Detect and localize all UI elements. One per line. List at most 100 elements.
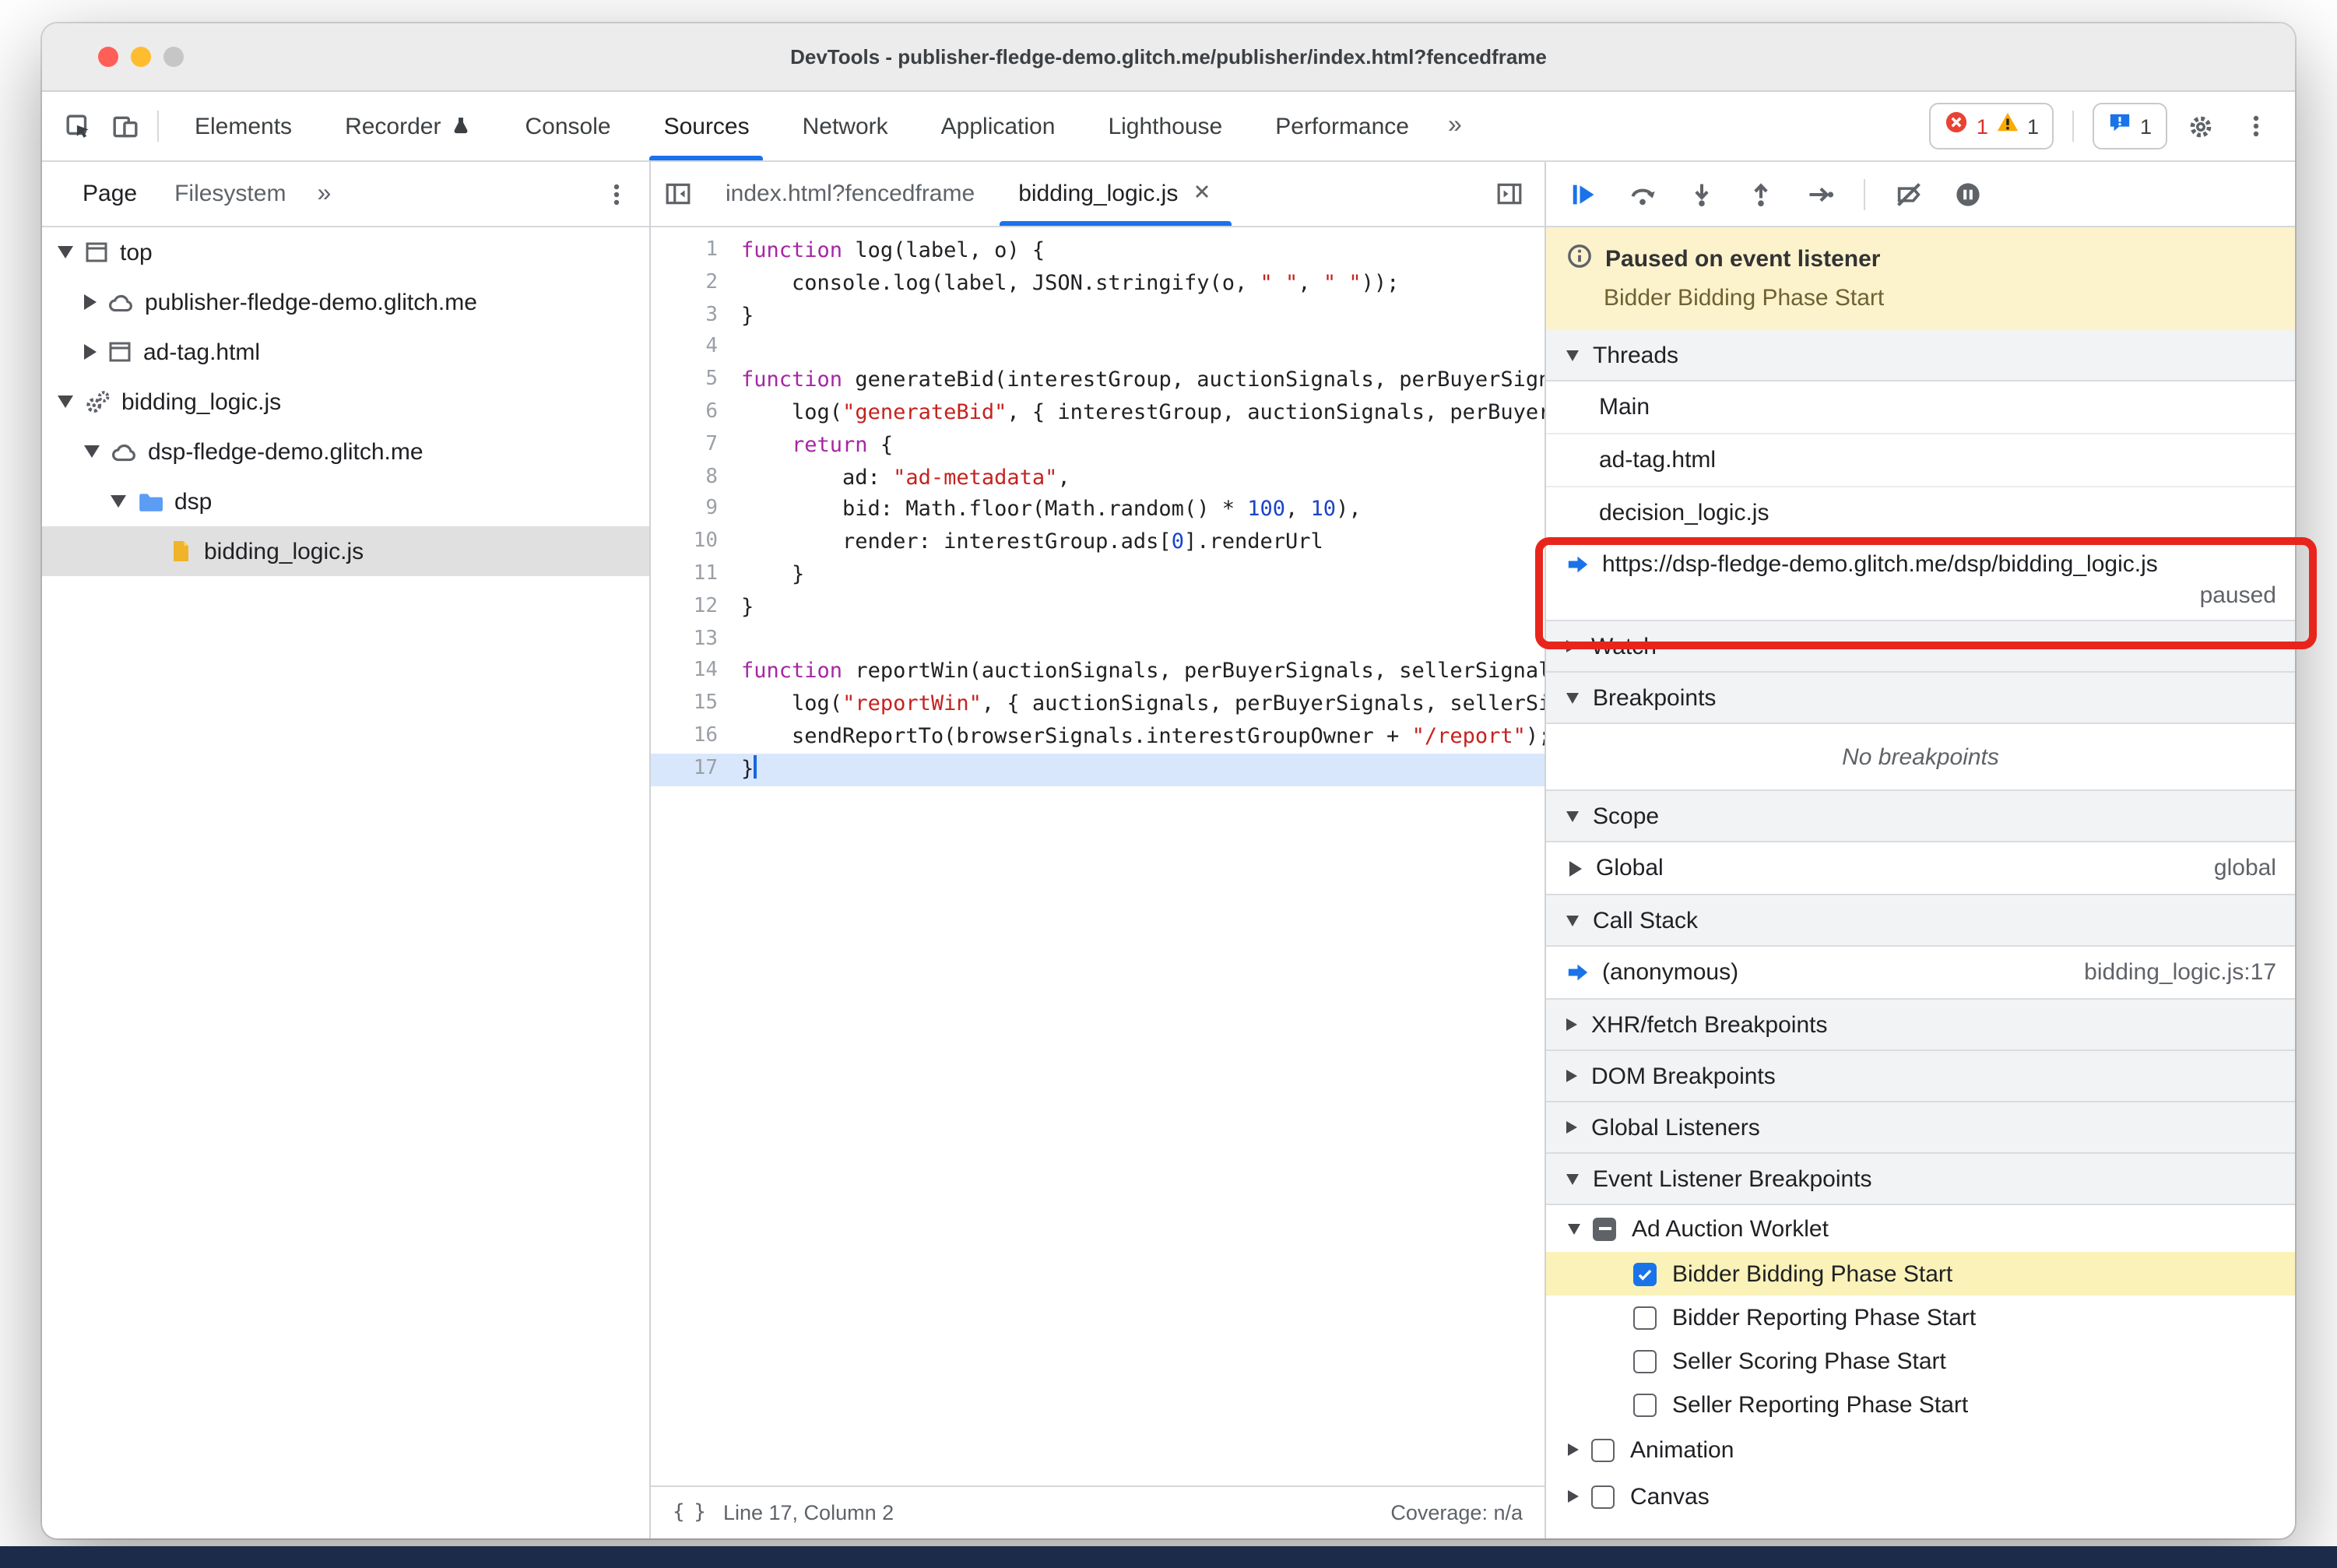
checkbox-checked[interactable]: [1633, 1262, 1657, 1285]
more-tabs-chevron-icon[interactable]: »: [304, 180, 343, 208]
step-into-button[interactable]: [1677, 169, 1727, 219]
section-header-breakpoints[interactable]: Breakpoints: [1546, 671, 2295, 724]
issues-button[interactable]: 1: [2093, 103, 2167, 149]
tab-application[interactable]: Application: [915, 92, 1082, 160]
tab-elements[interactable]: Elements: [168, 92, 318, 160]
code-line-5[interactable]: 5 function generateBid(interestGroup, auc…: [651, 364, 1545, 397]
error-count: 1: [1976, 114, 1988, 138]
editor-statusbar: { } Line 17, Column 2 Coverage: n/a: [651, 1485, 1545, 1538]
inspect-button[interactable]: [54, 103, 101, 149]
errors-warnings-button[interactable]: 1 1: [1929, 103, 2054, 149]
listener-item-ad-auction-worklet[interactable]: Ad Auction Worklet: [1546, 1205, 2295, 1252]
checkbox-unchecked[interactable]: [1591, 1485, 1615, 1508]
device-icon: [111, 113, 138, 139]
step-out-button[interactable]: [1736, 169, 1786, 219]
chevron-down-icon: [1566, 692, 1579, 703]
navigator-toggle-button[interactable]: [651, 162, 704, 226]
step-over-button[interactable]: [1618, 169, 1668, 219]
code-line-10[interactable]: 10 render: interestGroup.ads[0].renderUr…: [651, 526, 1545, 559]
stack-frame-anonymous[interactable]: (anonymous) bidding_logic.js:17: [1546, 947, 2295, 1000]
thread-item-ad-tag-html[interactable]: ad-tag.html: [1546, 434, 2295, 487]
tab-console[interactable]: Console: [498, 92, 637, 160]
tab-sources[interactable]: Sources: [638, 92, 776, 160]
tree-item-bidding-logic-js[interactable]: bidding_logic.js: [42, 526, 649, 576]
code-line-4[interactable]: 4: [651, 332, 1545, 365]
more-panels-chevron-icon[interactable]: »: [1436, 112, 1474, 140]
editor-tab-index-html-fencedframe[interactable]: index.html?fencedframe: [704, 162, 996, 226]
code-line-11[interactable]: 11 }: [651, 559, 1545, 592]
code-line-8[interactable]: 8 ad: "ad-metadata",: [651, 462, 1545, 494]
scope-item-global[interactable]: Global global: [1546, 842, 2295, 895]
code-line-13[interactable]: 13: [651, 624, 1545, 656]
code-line-12[interactable]: 12}: [651, 592, 1545, 624]
tab-label: Network: [802, 113, 888, 139]
code-text: render: interestGroup.ads[0].renderUrl: [741, 529, 1323, 555]
code-line-3[interactable]: 3}: [651, 300, 1545, 332]
checkbox-unchecked[interactable]: [1633, 1349, 1657, 1373]
listener-item-seller-scoring-phase-start[interactable]: Seller Scoring Phase Start: [1546, 1339, 2295, 1383]
code-line-14[interactable]: 14 function reportWin(auctionSignals, per…: [651, 656, 1545, 689]
thread-item-https-dsp-fledge-demo-glitch-me-dsp-bidding-logic-js[interactable]: https://dsp-fledge-demo.glitch.me/dsp/bi…: [1546, 540, 2295, 621]
section-header-xhr-fetch-breakpoints[interactable]: XHR/fetch Breakpoints: [1546, 998, 2295, 1051]
minimize-button[interactable]: [131, 47, 151, 67]
navigator-menu-button[interactable]: [593, 171, 640, 217]
editor-tab-bidding-logic-js[interactable]: bidding_logic.js: [996, 162, 1234, 226]
section-header-call-stack[interactable]: Call Stack: [1546, 894, 2295, 947]
code-line-15[interactable]: 15 log("reportWin", { auctionSignals, pe…: [651, 688, 1545, 721]
code-line-16[interactable]: 16 sendReportTo(browserSignals.interestG…: [651, 721, 1545, 754]
code-line-17[interactable]: 17}: [651, 753, 1545, 786]
section-header-global-listeners[interactable]: Global Listeners: [1546, 1101, 2295, 1154]
listener-item-bidder-reporting-phase-start[interactable]: Bidder Reporting Phase Start: [1546, 1296, 2295, 1339]
tree-item-bidding-logic-js[interactable]: bidding_logic.js: [42, 377, 649, 427]
tab-network[interactable]: Network: [776, 92, 915, 160]
section-header-scope[interactable]: Scope: [1546, 789, 2295, 842]
listener-label: Seller Reporting Phase Start: [1672, 1391, 1969, 1418]
tab-performance[interactable]: Performance: [1249, 92, 1436, 160]
close-icon[interactable]: [1190, 180, 1212, 208]
tree-item-top[interactable]: top: [42, 227, 649, 277]
checkbox-indeterminate[interactable]: [1593, 1217, 1616, 1240]
tab-filesystem[interactable]: Filesystem: [156, 162, 304, 226]
step-button[interactable]: [1795, 169, 1845, 219]
tab-recorder[interactable]: Recorder: [318, 92, 498, 160]
thread-item-decision-logic-js[interactable]: decision_logic.js: [1546, 487, 2295, 540]
close-button[interactable]: [98, 47, 118, 67]
tree-item-publisher-fledge-demo-glitch-me[interactable]: publisher-fledge-demo.glitch.me: [42, 277, 649, 327]
settings-button[interactable]: [2177, 103, 2223, 149]
listener-item-canvas[interactable]: Canvas: [1546, 1473, 2295, 1520]
line-number: 9: [705, 497, 718, 521]
code-editor[interactable]: 1 function log(label, o) {2 console.log(l…: [651, 227, 1545, 1485]
listener-item-seller-reporting-phase-start[interactable]: Seller Reporting Phase Start: [1546, 1383, 2295, 1426]
tree-item-dsp[interactable]: dsp: [42, 476, 649, 526]
pause-on-exceptions-button[interactable]: [1943, 169, 1993, 219]
code-line-6[interactable]: 6 log("generateBid", { interestGroup, au…: [651, 397, 1545, 430]
code-line-2[interactable]: 2 console.log(label, JSON.stringify(o, "…: [651, 268, 1545, 301]
checkbox-unchecked[interactable]: [1633, 1306, 1657, 1329]
deactivate-breakpoints-button[interactable]: [1884, 169, 1934, 219]
section-header-event-listener-breakpoints[interactable]: Event Listener Breakpoints: [1546, 1152, 2295, 1205]
section-header-threads[interactable]: Threads: [1546, 330, 2295, 381]
listener-label: Bidder Reporting Phase Start: [1672, 1304, 1977, 1331]
tab-lighthouse[interactable]: Lighthouse: [1081, 92, 1249, 160]
checkbox-unchecked[interactable]: [1591, 1438, 1615, 1461]
tab-page[interactable]: Page: [64, 162, 156, 226]
thread-item-main[interactable]: Main: [1546, 381, 2295, 434]
tree-item-label: ad-tag.html: [143, 339, 261, 365]
resume-button[interactable]: [1559, 169, 1608, 219]
tab-label: Elements: [195, 113, 293, 139]
checkbox-unchecked[interactable]: [1633, 1393, 1657, 1416]
tree-item-dsp-fledge-demo-glitch-me[interactable]: dsp-fledge-demo.glitch.me: [42, 427, 649, 476]
pretty-print-button[interactable]: { }: [673, 1501, 706, 1524]
more-tabs-button[interactable]: [1482, 181, 1535, 207]
tree-item-ad-tag-html[interactable]: ad-tag.html: [42, 327, 649, 377]
zoom-button[interactable]: [163, 47, 184, 67]
device-toolbar-button[interactable]: [101, 103, 148, 149]
code-line-1[interactable]: 1 function log(label, o) {: [651, 235, 1545, 268]
section-header-dom-breakpoints[interactable]: DOM Breakpoints: [1546, 1049, 2295, 1102]
code-line-7[interactable]: 7 return {: [651, 430, 1545, 462]
code-line-9[interactable]: 9 bid: Math.floor(Math.random() * 100, 1…: [651, 494, 1545, 527]
menu-button[interactable]: [2233, 103, 2279, 149]
section-header-watch[interactable]: Watch: [1546, 620, 2295, 673]
listener-item-bidder-bidding-phase-start[interactable]: Bidder Bidding Phase Start: [1546, 1252, 2295, 1296]
listener-item-animation[interactable]: Animation: [1546, 1426, 2295, 1473]
